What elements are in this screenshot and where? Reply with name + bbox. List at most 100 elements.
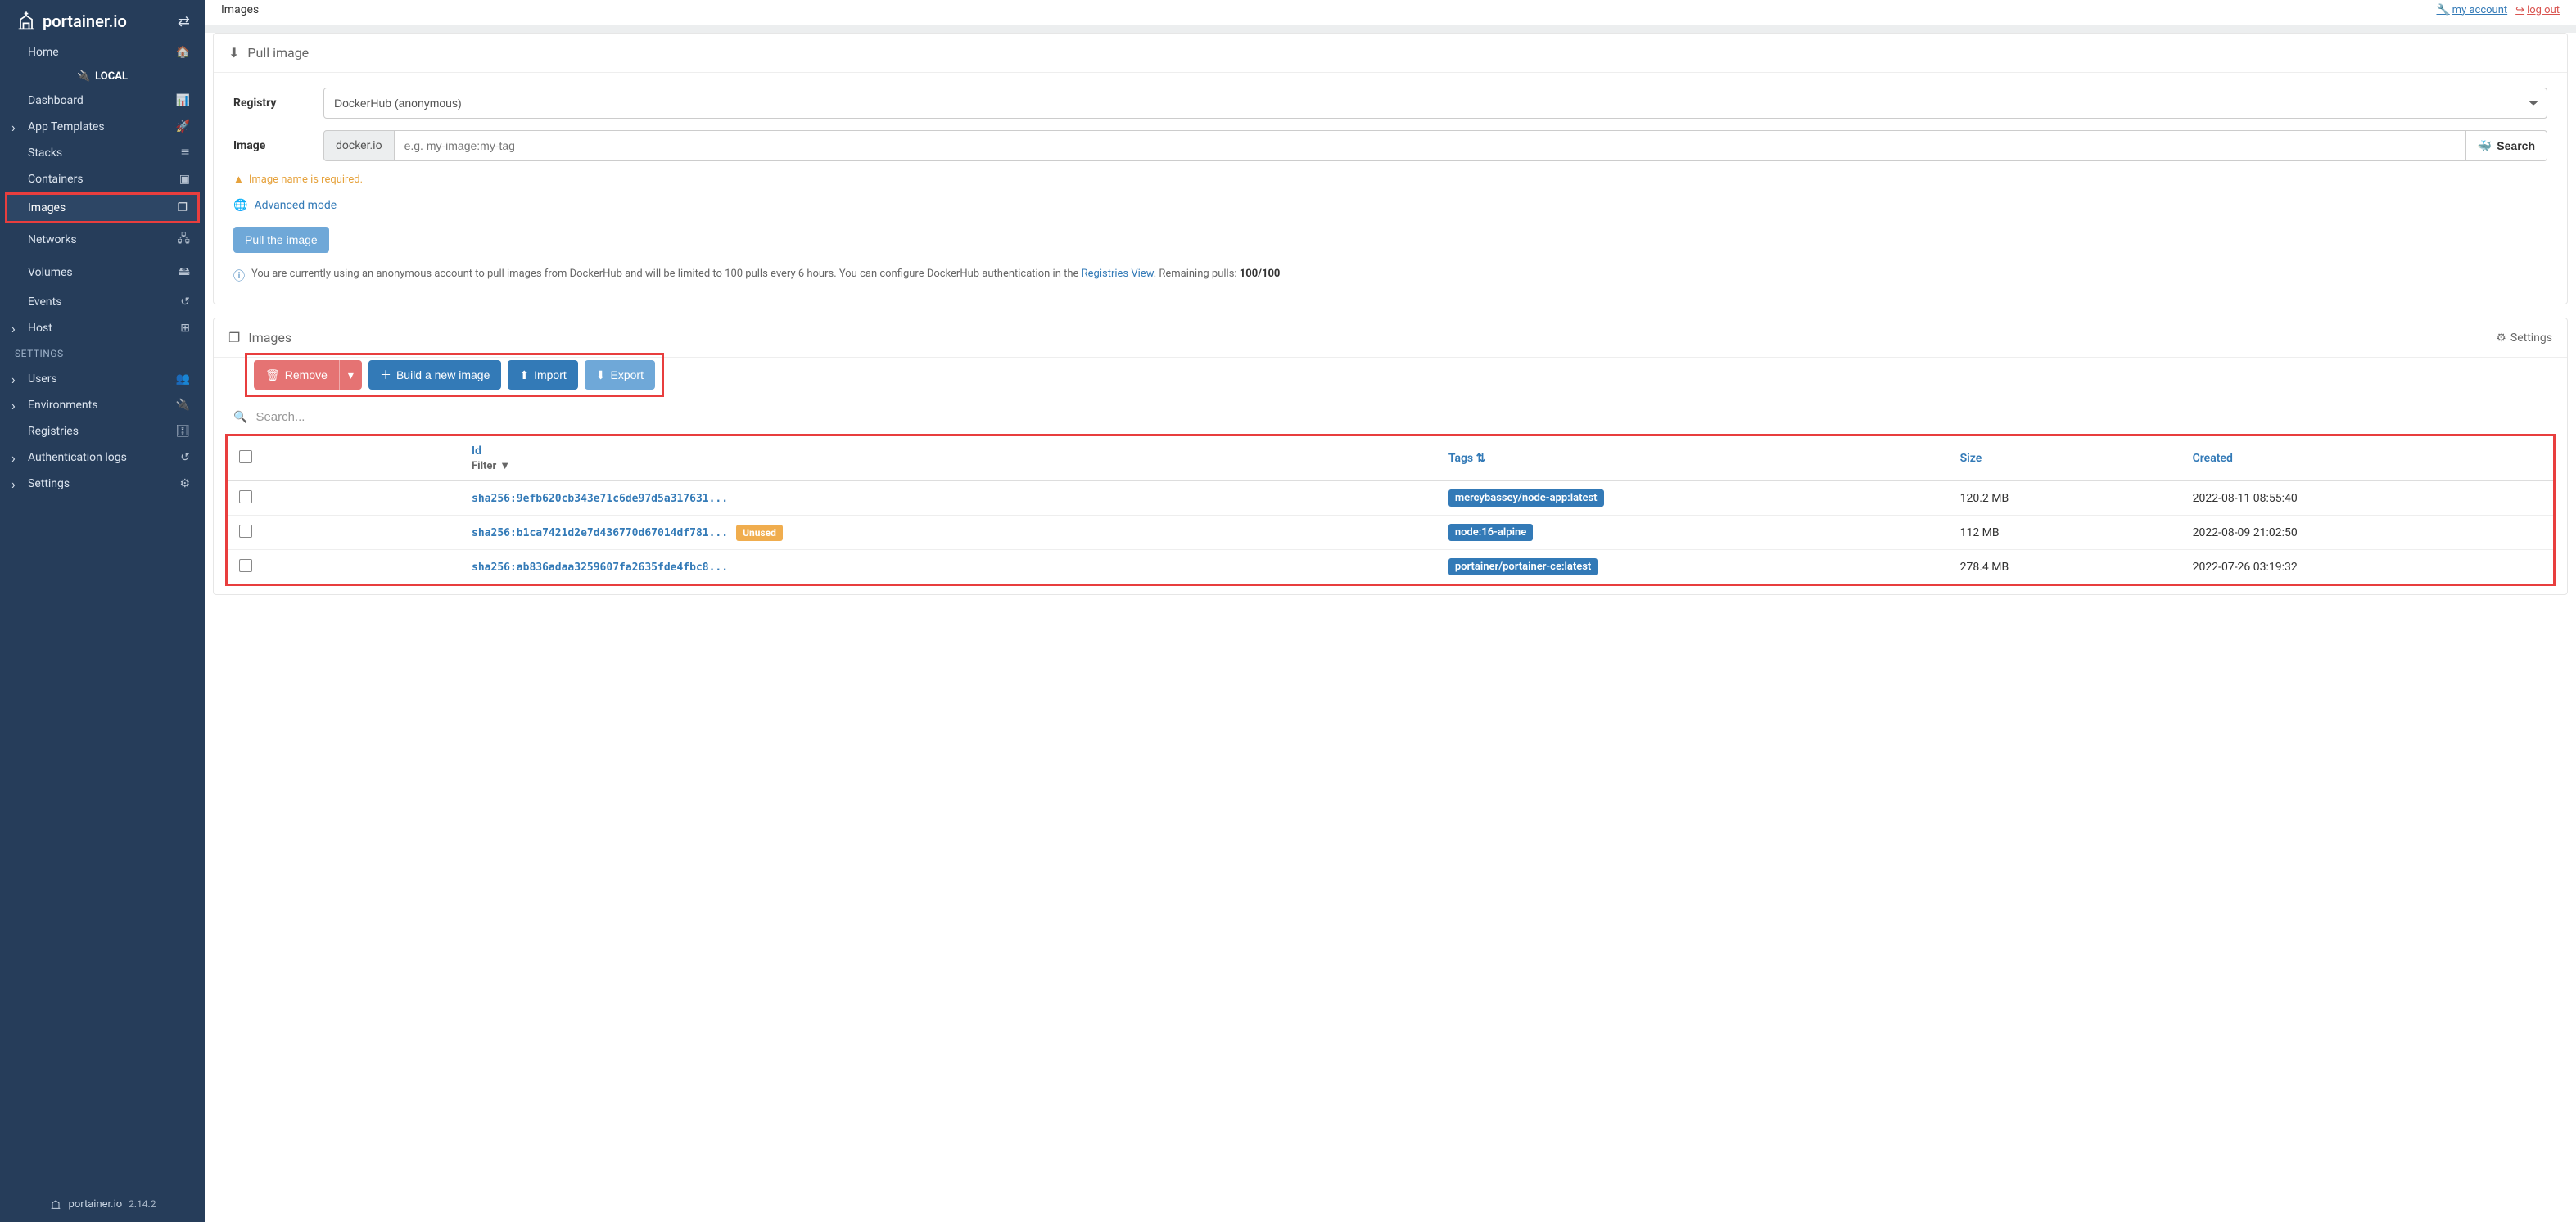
image-tag[interactable]: node:16-alpine <box>1448 524 1533 541</box>
globe-icon: 🌐 <box>233 199 247 212</box>
portainer-logo-icon <box>49 1197 62 1211</box>
logo[interactable]: portainer.io <box>15 10 127 33</box>
local-label: 🔌 LOCAL <box>0 65 205 88</box>
panel-title: Pull image <box>247 45 309 61</box>
sidebar-footer: portainer.io 2.14.2 <box>0 1186 205 1222</box>
registries-view-link[interactable]: Registries View <box>1082 268 1154 280</box>
remove-button[interactable]: 🗑 Remove <box>254 360 339 390</box>
sidebar-item-stacks[interactable]: Stacks≣ <box>0 140 205 166</box>
cogs-icon: ⚙ <box>179 477 190 490</box>
nav-home[interactable]: Home 🏠 <box>0 39 205 65</box>
pull-count: 100/100 <box>1240 268 1281 280</box>
unused-badge: Unused <box>736 525 783 541</box>
select-all-checkbox[interactable] <box>239 450 252 463</box>
sidebar-item-events[interactable]: Events↺ <box>0 289 205 315</box>
sidebar-item-label: Dashboard <box>28 94 84 107</box>
registry-select[interactable]: DockerHub (anonymous) <box>323 88 2547 119</box>
settings-heading: SETTINGS <box>0 341 205 366</box>
users-icon: 👥 <box>176 372 190 386</box>
docker-icon: 🐳 <box>2478 139 2492 153</box>
sidebar-item-label: Networks <box>28 233 77 246</box>
gear-icon: ⚙ <box>2496 331 2506 345</box>
images-settings-link[interactable]: ⚙ Settings <box>2496 331 2552 345</box>
remove-dropdown[interactable]: ▾ <box>339 360 362 390</box>
history-icon: ↺ <box>180 451 190 464</box>
row-checkbox[interactable] <box>239 490 252 503</box>
export-button[interactable]: ⬇ Export <box>585 360 655 390</box>
plug-icon: 🔌 <box>77 70 90 83</box>
sidebar-item-images[interactable]: Images❐ <box>5 192 200 223</box>
pull-image-button[interactable]: Pull the image <box>233 227 329 253</box>
my-account-link[interactable]: 🔧 my account <box>2436 4 2507 16</box>
history-icon: ↺ <box>180 295 190 309</box>
filter-icon: ▼ <box>499 459 510 472</box>
sidebar-item-label: Host <box>28 322 52 335</box>
th-id[interactable]: Id <box>472 444 481 458</box>
image-tag[interactable]: portainer/portainer-ce:latest <box>1448 558 1598 575</box>
image-created: 2022-08-09 21:02:50 <box>2181 516 2553 550</box>
advanced-mode-link[interactable]: 🌐 Advanced mode <box>233 199 337 212</box>
table-row: sha256:9efb620cb343e71c6de97d5a317631...… <box>228 481 2553 516</box>
sidebar-item-registries[interactable]: Registries 🗄 <box>0 418 205 444</box>
plug-icon: 🔌 <box>176 399 190 412</box>
sidebar-item-label: Registries <box>28 425 79 438</box>
images-table: Id Filter ▼ Tags ⇅ Size Created <box>228 436 2553 584</box>
sidebar-item-environments[interactable]: Environments 🔌 <box>0 392 205 418</box>
sidebar-item-host[interactable]: Host ⊞ <box>0 315 205 341</box>
image-label: Image <box>233 139 323 152</box>
portainer-logo-icon <box>15 10 38 33</box>
sidebar-item-dashboard[interactable]: Dashboard 📊 <box>0 88 205 114</box>
search-button[interactable]: 🐳 Search <box>2466 130 2547 161</box>
upload-icon: ⬆ <box>519 368 529 382</box>
th-tags[interactable]: Tags ⇅ <box>1448 452 1486 465</box>
th-icon: ⊞ <box>180 322 190 335</box>
image-tag[interactable]: mercybassey/node-app:latest <box>1448 489 1604 507</box>
row-checkbox[interactable] <box>239 525 252 538</box>
th-size[interactable]: Size <box>1960 452 1982 465</box>
sidebar-item-volumes[interactable]: Volumes🖴 <box>0 256 205 289</box>
table-row: sha256:b1ca7421d2e7d436770d67014df781...… <box>228 516 2553 550</box>
logout-link[interactable]: ↪ log out <box>2515 4 2560 16</box>
sidebar-item-networks[interactable]: Networks 🖧 <box>0 223 205 256</box>
home-icon: 🏠 <box>176 46 190 59</box>
sidebar-item-authentication-logs[interactable]: Authentication logs ↺ <box>0 444 205 471</box>
image-size: 278.4 MB <box>1949 550 2181 584</box>
image-created: 2022-08-11 08:55:40 <box>2181 481 2553 516</box>
image-prefix: docker.io <box>323 130 395 161</box>
filter-control[interactable]: Filter ▼ <box>472 459 1426 472</box>
sidebar-item-label: Settings <box>28 477 70 490</box>
sidebar-item-users[interactable]: Users 👥 <box>0 366 205 392</box>
sidebar-item-settings[interactable]: Settings ⚙ <box>0 471 205 497</box>
hdd-icon: 🖴 <box>179 263 190 282</box>
image-input[interactable] <box>395 130 2466 161</box>
image-id-link[interactable]: sha256:ab836adaa3259607fa2635fde4fbc8... <box>472 561 728 574</box>
sitemap-icon: 🖧 <box>177 230 190 250</box>
plus-icon: ＋ <box>380 367 391 383</box>
registry-label: Registry <box>233 97 323 110</box>
image-size: 112 MB <box>1949 516 2181 550</box>
build-image-button[interactable]: ＋ Build a new image <box>368 360 501 390</box>
signout-icon: ↪ <box>2515 4 2524 16</box>
warning-icon: ▲ <box>233 173 244 186</box>
row-checkbox[interactable] <box>239 559 252 572</box>
image-id-link[interactable]: sha256:9efb620cb343e71c6de97d5a317631... <box>472 493 728 505</box>
wrench-icon: 🔧 <box>2436 4 2449 16</box>
images-search-input[interactable] <box>255 410 2547 424</box>
sidebar-item-label: Authentication logs <box>28 451 127 464</box>
image-id-link[interactable]: sha256:b1ca7421d2e7d436770d67014df781... <box>472 527 728 539</box>
sidebar: portainer.io ⇄ Home 🏠 🔌 LOCAL Dashboard 📊… <box>0 0 205 1222</box>
endpoint-toggle-icon[interactable]: ⇄ <box>178 13 190 30</box>
rocket-icon: 🚀 <box>176 120 190 133</box>
sidebar-item-containers[interactable]: Containers▣ <box>0 166 205 192</box>
database-icon: 🗄 <box>175 425 190 438</box>
th-created[interactable]: Created <box>2193 452 2233 465</box>
sidebar-item-app-templates[interactable]: App Templates🚀 <box>0 114 205 140</box>
clone-icon: ❐ <box>228 330 240 345</box>
sidebar-item-label: Users <box>28 372 57 386</box>
box-icon: ▣ <box>179 173 190 186</box>
dashboard-icon: 📊 <box>176 94 190 107</box>
sidebar-item-label: Environments <box>28 399 97 412</box>
image-size: 120.2 MB <box>1949 481 2181 516</box>
import-button[interactable]: ⬆ Import <box>508 360 577 390</box>
pull-image-panel: ⬇ Pull image Registry DockerHub (anonymo… <box>213 33 2568 304</box>
